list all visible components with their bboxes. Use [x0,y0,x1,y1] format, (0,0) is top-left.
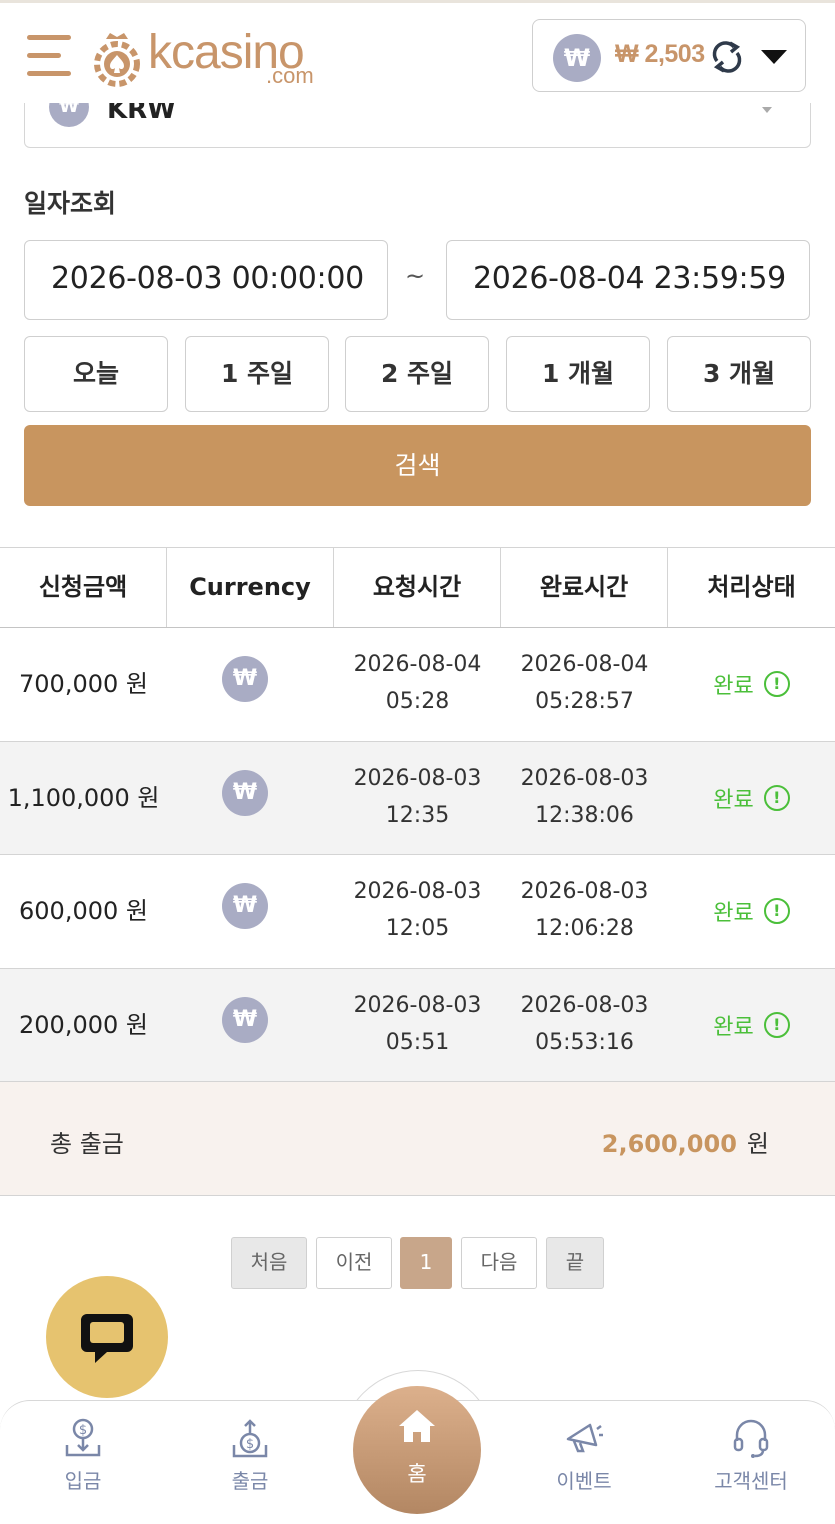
nav-home-label: 홈 [407,1462,427,1486]
search-button[interactable]: 검색 [24,425,811,506]
page-next-button[interactable]: 다음 [461,1237,537,1289]
row-currency: ₩ [167,628,334,740]
date-from-input[interactable]: 2026-08-03 00:00:00 [24,240,388,320]
header-request-time: 요청시간 [334,548,501,627]
date-range-separator: ~ [405,262,426,290]
page-prev-button[interactable]: 이전 [316,1237,392,1289]
range-1week-button[interactable]: 1 주일 [185,336,329,412]
table-header: 신청금액 Currency 요청시간 완료시간 처리상태 [0,547,835,628]
balance-amount: ₩ 2,503 [615,40,705,68]
table-row: 1,100,000 원 ₩ 2026-08-03 12:35 2026-08-03… [0,741,835,855]
chevron-down-icon[interactable] [761,50,787,64]
row-currency: ₩ [167,742,334,854]
status-badge: 완료 [713,674,754,699]
won-currency-icon: ₩ [553,34,601,82]
svg-text:$: $ [79,1423,87,1438]
row-request-time: 2026-08-03 12:35 [353,765,482,828]
row-amount: 1,100,000 원 [7,783,160,812]
header-amount: 신청금액 [0,548,167,627]
nav-support[interactable]: 고객센터 [676,1401,826,1524]
row-status: 완료! [668,628,835,740]
nav-withdraw[interactable]: $ 출금 [175,1401,325,1524]
row-complete-time: 2026-08-03 12:38:06 [520,765,649,828]
headset-icon [733,1419,769,1458]
info-icon[interactable]: ! [763,784,790,811]
table-row: 700,000 원 ₩ 2026-08-04 05:28 2026-08-04 05… [0,628,835,742]
row-amount: 700,000 원 [19,670,148,698]
header-currency: Currency [167,548,334,627]
row-request-time: 2026-08-03 05:51 [353,992,482,1055]
nav-support-label: 고객센터 [714,1469,788,1493]
range-2week-button[interactable]: 2 주일 [345,336,489,412]
row-request-time: 2026-08-04 05:28 [353,652,482,714]
info-icon[interactable]: ! [763,671,790,697]
total-unit: 원 [746,1130,769,1158]
refresh-icon[interactable] [709,39,745,75]
row-amount: 600,000 원 [19,897,148,925]
date-search-label: 일자조회 [24,189,117,218]
header-status: 처리상태 [707,573,796,601]
status-badge: 완료 [713,901,754,926]
home-icon [399,1410,435,1442]
svg-text:$: $ [246,1437,254,1452]
table-row: 600,000 원 ₩ 2026-08-03 12:05 2026-08-03 12… [0,855,835,969]
row-request-time: 2026-08-03 12:05 [353,879,482,941]
row-currency: ₩ [167,855,334,967]
range-today-button[interactable]: 오늘 [24,336,168,412]
page-current-button[interactable]: 1 [400,1237,452,1289]
info-icon[interactable]: ! [763,898,790,924]
range-3month-button[interactable]: 3 개월 [667,336,811,412]
menu-icon[interactable] [27,35,73,79]
withdraw-icon: $ [232,1419,268,1458]
row-complete-time: 2026-08-03 05:53:16 [520,992,649,1055]
nav-deposit-label: 입금 [64,1469,102,1493]
total-amount: 2,600,000 [601,1130,737,1158]
nav-event-label: 이벤트 [556,1469,612,1493]
nav-withdraw-label: 출금 [231,1469,269,1493]
row-status: 완료! [668,969,835,1081]
info-icon[interactable]: ! [763,1011,790,1038]
total-label: 총 출금 [50,1130,124,1158]
wallet-balance-dropdown[interactable]: ₩ ₩ 2,503 [532,19,806,92]
site-logo[interactable]: kcasino .com [92,25,332,91]
table-row: 200,000 원 ₩ 2026-08-03 05:51 2026-08-03 05… [0,968,835,1082]
row-amount: 200,000 원 [19,1010,148,1039]
total-withdrawal-row: 총 출금 2,600,000 원 [0,1082,835,1196]
page-last-button[interactable]: 끝 [546,1237,604,1289]
status-badge: 완료 [713,1014,754,1040]
won-currency-icon: ₩ [222,656,268,702]
range-1month-button[interactable]: 1 개월 [506,336,650,412]
row-status: 완료! [668,855,835,967]
logo-domain: .com [266,63,314,88]
total-value: 2,600,000 원 [602,1124,769,1159]
chat-bubble-icon [81,1314,133,1363]
row-complete-time: 2026-08-04 05:28:57 [520,652,649,714]
nav-deposit[interactable]: $ 입금 [8,1401,158,1524]
withdrawal-table: 신청금액 Currency 요청시간 완료시간 처리상태 700,000 원 ₩… [0,547,835,1196]
won-currency-icon: ₩ [222,996,268,1043]
row-currency: ₩ [167,969,334,1081]
won-currency-icon: ₩ [222,769,268,816]
date-to-input[interactable]: 2026-08-04 23:59:59 [446,240,810,320]
row-complete-time: 2026-08-03 12:06:28 [520,879,649,941]
megaphone-icon [566,1423,603,1453]
page-first-button[interactable]: 처음 [231,1237,307,1289]
header-complete-time: 완료시간 [501,548,668,627]
nav-home-button[interactable]: 홈 [353,1386,481,1514]
app-header: kcasino .com ₩ ₩ 2,503 [0,3,835,103]
deposit-icon: $ [65,1418,101,1457]
won-currency-icon: ₩ [222,883,268,929]
casino-chip-icon [94,33,140,87]
status-badge: 완료 [713,787,754,813]
live-chat-button[interactable] [46,1276,168,1398]
chevron-down-icon [762,107,772,113]
row-status: 완료! [668,742,835,854]
nav-event[interactable]: 이벤트 [509,1401,659,1524]
